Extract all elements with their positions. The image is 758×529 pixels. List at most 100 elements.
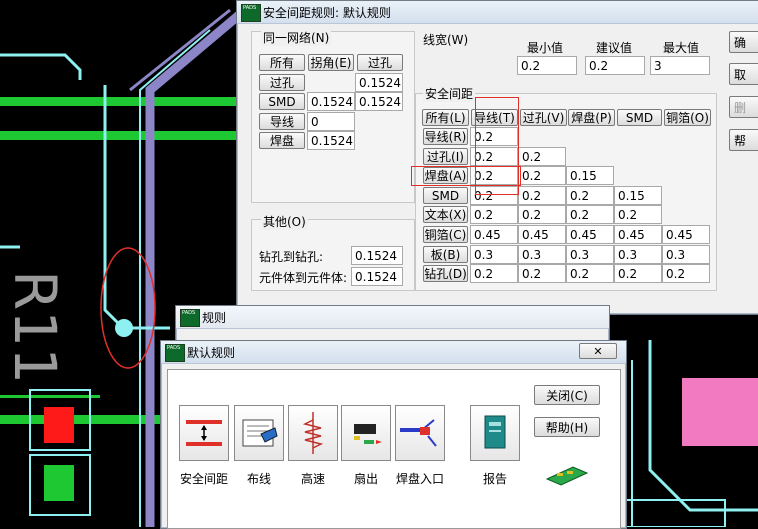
report-tool-label: 报告 [482, 472, 507, 486]
clearance-title: 安全间距 [423, 85, 476, 102]
clearance-cell[interactable]: 0.2 [614, 205, 662, 224]
fanout-tool-label: 扇出 [353, 472, 378, 486]
same-net-via-via-cell[interactable]: 0.1524 [355, 73, 403, 92]
same-net-trace-corner-cell[interactable]: 0 [307, 112, 355, 131]
same-net-row-via[interactable]: 过孔 [259, 74, 305, 91]
pads-logo-icon [241, 4, 261, 22]
report-tool-button[interactable] [470, 405, 520, 461]
same-net-via-button[interactable]: 过孔 [357, 54, 403, 71]
clearance-row-smd[interactable]: SMD [423, 187, 468, 204]
same-net-smd-via-cell[interactable]: 0.1524 [355, 92, 403, 111]
clearance-cell[interactable]: 0.45 [614, 225, 662, 244]
clearance-row-via[interactable]: 过孔(I) [423, 148, 468, 165]
routing-tool-button[interactable] [234, 405, 284, 461]
clearance-pad-column-button[interactable]: 焊盘(P) [568, 109, 615, 126]
clearance-cell[interactable]: 0.45 [566, 225, 614, 244]
same-net-pad-corner-cell[interactable]: 0.1524 [307, 131, 355, 150]
pads-logo-icon [180, 309, 200, 327]
high-speed-tool-label: 高速 [300, 472, 325, 486]
other-title: 其他(O) [261, 213, 308, 230]
body-to-body-input[interactable]: 0.1524 [351, 267, 403, 286]
report-icon [484, 415, 506, 449]
close-button[interactable]: 关闭(C) [534, 385, 600, 405]
linewidth-title: 线宽(W) [423, 33, 469, 47]
high-speed-tool-button[interactable] [288, 405, 338, 461]
clearance-cell[interactable]: 0.2 [566, 264, 614, 283]
routing-tool-label: 布线 [246, 472, 271, 486]
linewidth-rec-input[interactable]: 0.2 [585, 56, 645, 75]
clearance-cell[interactable]: 0.3 [470, 245, 518, 264]
help-button[interactable]: 帮助(H) [534, 417, 600, 437]
pad-entry-tool-label: 焊盘入口 [395, 472, 444, 486]
clearance-cell[interactable]: 0.45 [662, 225, 710, 244]
clearance-cell[interactable]: 0.2 [470, 264, 518, 283]
high-speed-icon [302, 412, 324, 454]
clearance-cell[interactable]: 0.3 [566, 245, 614, 264]
clearance-all-button[interactable]: 所有(L) [422, 109, 469, 126]
clearance-cell[interactable]: 0.3 [518, 245, 566, 264]
same-net-all-button[interactable]: 所有 [259, 54, 305, 71]
same-net-title: 同一网络(N) [261, 29, 332, 46]
clearance-cell[interactable]: 0.2 [518, 147, 566, 166]
drill-to-drill-input[interactable]: 0.1524 [351, 246, 403, 265]
clearance-cell[interactable]: 0.2 [518, 166, 566, 185]
default-rules-dialog: 默认规则 ✕ 安全间距 布线 高速 [160, 340, 627, 529]
linewidth-min-label: 最小值 [527, 41, 564, 55]
cancel-button[interactable]: 取 [729, 63, 758, 85]
same-net-smd-corner-cell[interactable]: 0.1524 [307, 92, 355, 111]
clearance-tool-button[interactable] [179, 405, 229, 461]
clearance-cell[interactable]: 0.15 [566, 166, 614, 185]
linewidth-rec-label: 建议值 [596, 41, 633, 55]
clearance-cell[interactable]: 0.15 [614, 186, 662, 205]
clearance-rules-dialog: 安全间距规则: 默认规则 同一网络(N) 所有 拐角(E) 过孔 过孔 0.15… [236, 0, 758, 315]
clearance-cell[interactable]: 0.2 [662, 264, 710, 283]
r11-silk-label: R11 [1, 270, 69, 384]
linewidth-max-input[interactable]: 3 [650, 56, 710, 75]
clearance-cell[interactable]: 0.2 [614, 264, 662, 283]
clearance-row-text[interactable]: 文本(X) [423, 206, 468, 223]
linewidth-max-label: 最大值 [663, 41, 700, 55]
clearance-rules-titlebar: 安全间距规则: 默认规则 [237, 1, 758, 24]
rules-window-titlebar: 规则 [176, 306, 609, 329]
clearance-cell[interactable]: 0.3 [662, 245, 710, 264]
pad-entry-tool-button[interactable] [395, 405, 445, 461]
clearance-row-trace[interactable]: 导线(R) [423, 128, 468, 145]
same-net-row-trace[interactable]: 导线 [259, 113, 305, 130]
rules-window-title: 规则 [202, 311, 227, 325]
clearance-row-board[interactable]: 板(B) [423, 246, 468, 263]
clearance-tool-label: 安全间距 [179, 472, 228, 486]
clearance-cell[interactable]: 0.3 [614, 245, 662, 264]
ok-button[interactable]: 确 [729, 31, 758, 53]
clearance-cell[interactable]: 0.2 [566, 205, 614, 224]
clearance-copper-column-button[interactable]: 铜箔(O) [664, 109, 711, 126]
clearance-row-drill[interactable]: 钻孔(D) [423, 265, 468, 282]
clearance-cell[interactable]: 0.2 [518, 205, 566, 224]
same-net-row-pad[interactable]: 焊盘 [259, 132, 305, 149]
fanout-tool-button[interactable] [341, 405, 391, 461]
default-rules-titlebar: 默认规则 ✕ [161, 341, 626, 364]
clearance-cell[interactable]: 0.2 [518, 186, 566, 205]
clearance-cell[interactable]: 0.2 [518, 264, 566, 283]
annotation-box-row [411, 166, 521, 186]
close-x-button[interactable]: ✕ [579, 343, 617, 359]
clearance-cell[interactable]: 0.2 [470, 205, 518, 224]
same-net-row-smd[interactable]: SMD [259, 93, 305, 110]
pads-logo-icon [165, 344, 185, 362]
same-net-corner-button[interactable]: 拐角(E) [308, 54, 354, 71]
pad-entry-icon [400, 419, 437, 447]
pcb-board-icon [545, 466, 589, 486]
delete-button[interactable]: 删 [729, 96, 758, 118]
clearance-via-column-button[interactable]: 过孔(V) [520, 109, 567, 126]
linewidth-min-input[interactable]: 0.2 [517, 56, 577, 75]
body-to-body-label: 元件体到元件体: [259, 271, 348, 285]
drill-to-drill-label: 钻孔到钻孔: [259, 250, 324, 264]
clearance-row-copper[interactable]: 铜箔(C) [423, 226, 468, 243]
clearance-cell[interactable]: 0.2 [566, 186, 614, 205]
help-button[interactable]: 帮 [729, 129, 758, 151]
default-rules-title: 默认规则 [187, 346, 236, 360]
clearance-cell[interactable]: 0.45 [518, 225, 566, 244]
fanout-icon [354, 424, 382, 444]
clearance-rules-title: 安全间距规则: 默认规则 [263, 6, 391, 20]
clearance-smd-column-button[interactable]: SMD [617, 109, 662, 126]
clearance-cell[interactable]: 0.45 [470, 225, 518, 244]
